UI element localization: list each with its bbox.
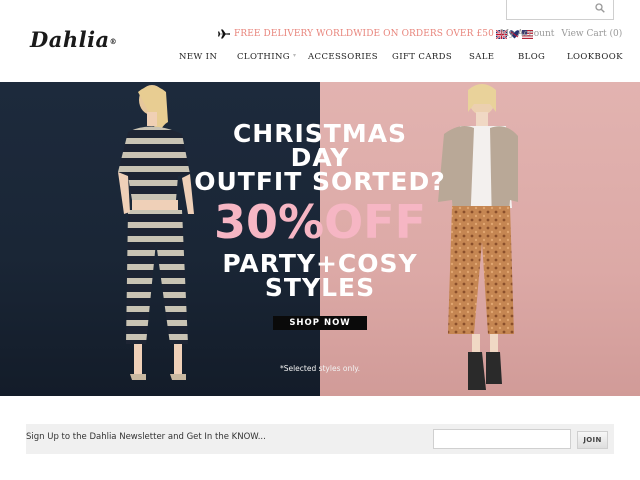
main-nav: NEW IN CLOTHING ▾ ACCESSORIES GIFT CARDS … [0, 52, 640, 64]
plane-icon [218, 29, 230, 39]
logo-text: Dahlia [30, 27, 110, 52]
my-account-link[interactable]: My Account [500, 29, 554, 39]
shop-now-button[interactable]: SHOP NOW [273, 316, 367, 330]
view-cart-link[interactable]: View Cart (0) [561, 29, 622, 39]
nav-item-sale[interactable]: SALE [469, 52, 494, 62]
brand-logo[interactable]: Dahlia® [30, 27, 117, 52]
registered-mark: ® [109, 37, 118, 46]
search-icon[interactable] [595, 3, 605, 13]
newsletter-label: Sign Up to the Dahlia Newsletter and Get… [26, 432, 266, 442]
hero-banner[interactable]: CHRISTMAS DAY OUTFIT SORTED? 30%OFF PART… [0, 82, 640, 396]
newsletter-bar: Sign Up to the Dahlia Newsletter and Get… [26, 424, 614, 454]
nav-item-gift-cards[interactable]: GIFT CARDS [392, 52, 452, 62]
newsletter-join-button[interactable]: JOIN [577, 431, 608, 449]
nav-item-clothing-label: CLOTHING [237, 52, 290, 62]
nav-item-blog[interactable]: BLOG [518, 52, 545, 62]
search-input[interactable] [506, 0, 614, 20]
nav-item-lookbook[interactable]: LOOKBOOK [567, 52, 623, 62]
chevron-down-icon: ▾ [292, 52, 297, 59]
newsletter-email-input[interactable] [433, 429, 571, 449]
hero-headline-line-6: STYLES [264, 273, 376, 302]
account-links: My Account View Cart (0) [500, 29, 629, 39]
nav-item-clothing[interactable]: CLOTHING ▾ [237, 52, 296, 62]
promo-text: FREE DELIVERY WORLDWIDE ON ORDERS OVER £… [234, 29, 494, 39]
promo-banner: FREE DELIVERY WORLDWIDE ON ORDERS OVER £… [218, 27, 533, 41]
hero-disclaimer: *Selected styles only. [279, 364, 361, 373]
hero-discount: 30%OFF [213, 195, 427, 249]
nav-item-new-in[interactable]: NEW IN [179, 52, 217, 62]
hero-headline-line-3: OUTFIT SORTED? [194, 167, 446, 196]
nav-item-accessories[interactable]: ACCESSORIES [308, 52, 378, 62]
